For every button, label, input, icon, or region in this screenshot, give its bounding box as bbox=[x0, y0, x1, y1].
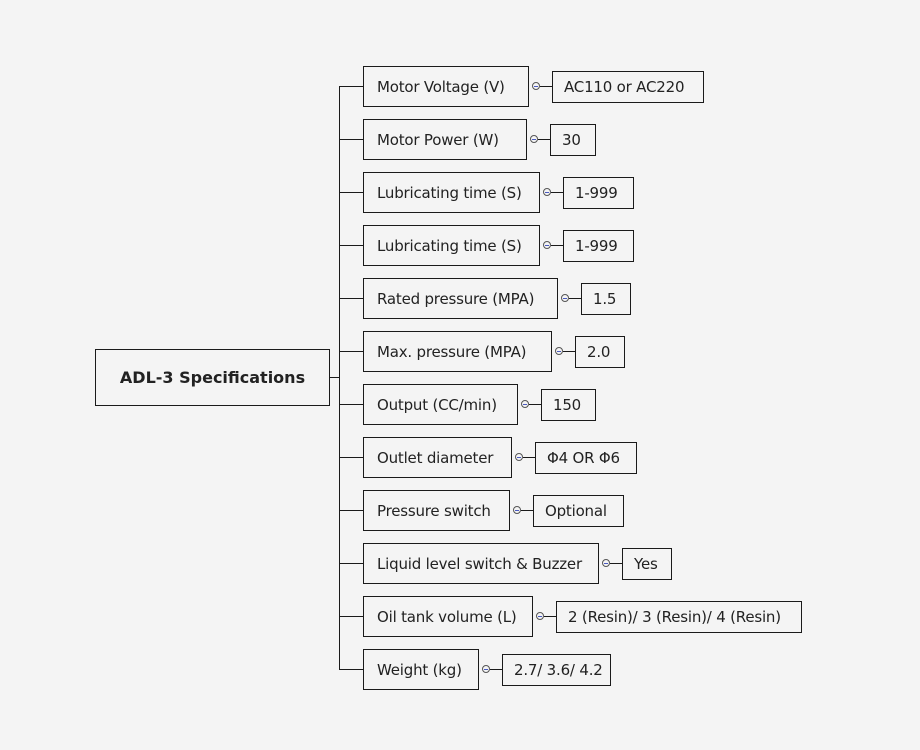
spec-label-node[interactable]: Motor Power (W) bbox=[363, 119, 527, 160]
spec-label-node[interactable]: Max. pressure (MPA) bbox=[363, 331, 552, 372]
spec-value-text: AC110 or AC220 bbox=[564, 78, 685, 96]
branch-connector bbox=[340, 669, 363, 670]
spec-label-node[interactable]: Liquid level switch & Buzzer bbox=[363, 543, 599, 584]
root-node-label: ADL-3 Specifications bbox=[119, 368, 306, 387]
collapse-minus-icon[interactable] bbox=[536, 612, 544, 620]
trunk-line bbox=[339, 86, 340, 670]
spec-value-text: 30 bbox=[562, 131, 581, 149]
value-connector bbox=[540, 86, 552, 87]
branch-connector bbox=[340, 404, 363, 405]
spec-label-node[interactable]: Pressure switch bbox=[363, 490, 510, 531]
spec-value-text: 1-999 bbox=[575, 184, 618, 202]
collapse-minus-icon[interactable] bbox=[543, 188, 551, 196]
spec-label-text: Motor Power (W) bbox=[377, 130, 499, 149]
spec-value-text: 2 (Resin)/ 3 (Resin)/ 4 (Resin) bbox=[568, 608, 781, 626]
spec-value-node[interactable]: AC110 or AC220 bbox=[552, 71, 704, 103]
spec-label-text: Output (CC/min) bbox=[377, 395, 497, 414]
spec-label-node[interactable]: Motor Voltage (V) bbox=[363, 66, 529, 107]
spec-label-text: Max. pressure (MPA) bbox=[377, 342, 527, 361]
spec-label-text: Pressure switch bbox=[377, 501, 491, 520]
spec-value-node[interactable]: 2.7/ 3.6/ 4.2 bbox=[502, 654, 611, 686]
spec-label-text: Liquid level switch & Buzzer bbox=[377, 554, 582, 573]
spec-value-text: 1-999 bbox=[575, 237, 618, 255]
collapse-minus-icon[interactable] bbox=[530, 135, 538, 143]
spec-value-node[interactable]: 30 bbox=[550, 124, 596, 156]
spec-value-node[interactable]: Optional bbox=[533, 495, 624, 527]
spec-label-text: Lubricating time (S) bbox=[377, 183, 522, 202]
collapse-minus-icon[interactable] bbox=[532, 82, 540, 90]
value-connector bbox=[551, 192, 563, 193]
spec-value-text: 2.7/ 3.6/ 4.2 bbox=[514, 661, 603, 679]
value-connector bbox=[538, 139, 550, 140]
spec-label-text: Weight (kg) bbox=[377, 660, 462, 679]
branch-connector bbox=[340, 457, 363, 458]
spec-label-node[interactable]: Lubricating time (S) bbox=[363, 172, 540, 213]
collapse-minus-icon[interactable] bbox=[515, 453, 523, 461]
collapse-minus-icon[interactable] bbox=[521, 400, 529, 408]
spec-label-text: Lubricating time (S) bbox=[377, 236, 522, 255]
spec-label-text: Rated pressure (MPA) bbox=[377, 289, 535, 308]
spec-value-node[interactable]: Yes bbox=[622, 548, 672, 580]
spec-value-node[interactable]: 2 (Resin)/ 3 (Resin)/ 4 (Resin) bbox=[556, 601, 802, 633]
collapse-minus-icon[interactable] bbox=[602, 559, 610, 567]
branch-connector bbox=[340, 245, 363, 246]
collapse-minus-icon[interactable] bbox=[561, 294, 569, 302]
spec-value-node[interactable]: 1.5 bbox=[581, 283, 631, 315]
spec-value-text: Optional bbox=[545, 502, 607, 520]
spec-value-text: Φ4 OR Φ6 bbox=[547, 449, 620, 467]
value-connector bbox=[551, 245, 563, 246]
value-connector bbox=[544, 616, 556, 617]
value-connector bbox=[490, 669, 502, 670]
spec-label-node[interactable]: Rated pressure (MPA) bbox=[363, 278, 558, 319]
branch-connector bbox=[340, 563, 363, 564]
spec-value-text: 150 bbox=[553, 396, 582, 414]
spec-value-text: 1.5 bbox=[593, 290, 617, 308]
spec-label-node[interactable]: Lubricating time (S) bbox=[363, 225, 540, 266]
value-connector bbox=[529, 404, 541, 405]
spec-label-node[interactable]: Weight (kg) bbox=[363, 649, 479, 690]
branch-connector bbox=[340, 351, 363, 352]
spec-label-text: Outlet diameter bbox=[377, 448, 494, 467]
spec-value-node[interactable]: 2.0 bbox=[575, 336, 625, 368]
spec-value-node[interactable]: Φ4 OR Φ6 bbox=[535, 442, 637, 474]
branch-connector bbox=[340, 139, 363, 140]
value-connector bbox=[521, 510, 533, 511]
spec-label-node[interactable]: Outlet diameter bbox=[363, 437, 512, 478]
root-node[interactable]: ADL-3 Specifications bbox=[95, 349, 330, 406]
collapse-minus-icon[interactable] bbox=[482, 665, 490, 673]
spec-value-node[interactable]: 1-999 bbox=[563, 177, 634, 209]
collapse-minus-icon[interactable] bbox=[543, 241, 551, 249]
branch-connector bbox=[340, 192, 363, 193]
spec-label-node[interactable]: Oil tank volume (L) bbox=[363, 596, 533, 637]
branch-connector bbox=[340, 616, 363, 617]
branch-connector bbox=[340, 86, 363, 87]
collapse-minus-icon[interactable] bbox=[555, 347, 563, 355]
spec-label-text: Motor Voltage (V) bbox=[377, 77, 505, 96]
value-connector bbox=[563, 351, 575, 352]
branch-connector bbox=[340, 298, 363, 299]
spec-value-node[interactable]: 1-999 bbox=[563, 230, 634, 262]
branch-connector bbox=[340, 510, 363, 511]
spec-label-node[interactable]: Output (CC/min) bbox=[363, 384, 518, 425]
value-connector bbox=[569, 298, 581, 299]
collapse-minus-icon[interactable] bbox=[513, 506, 521, 514]
spec-value-text: Yes bbox=[634, 555, 658, 573]
spec-value-node[interactable]: 150 bbox=[541, 389, 596, 421]
spec-value-text: 2.0 bbox=[587, 343, 611, 361]
spec-label-text: Oil tank volume (L) bbox=[377, 607, 517, 626]
value-connector bbox=[610, 563, 622, 564]
value-connector bbox=[523, 457, 535, 458]
